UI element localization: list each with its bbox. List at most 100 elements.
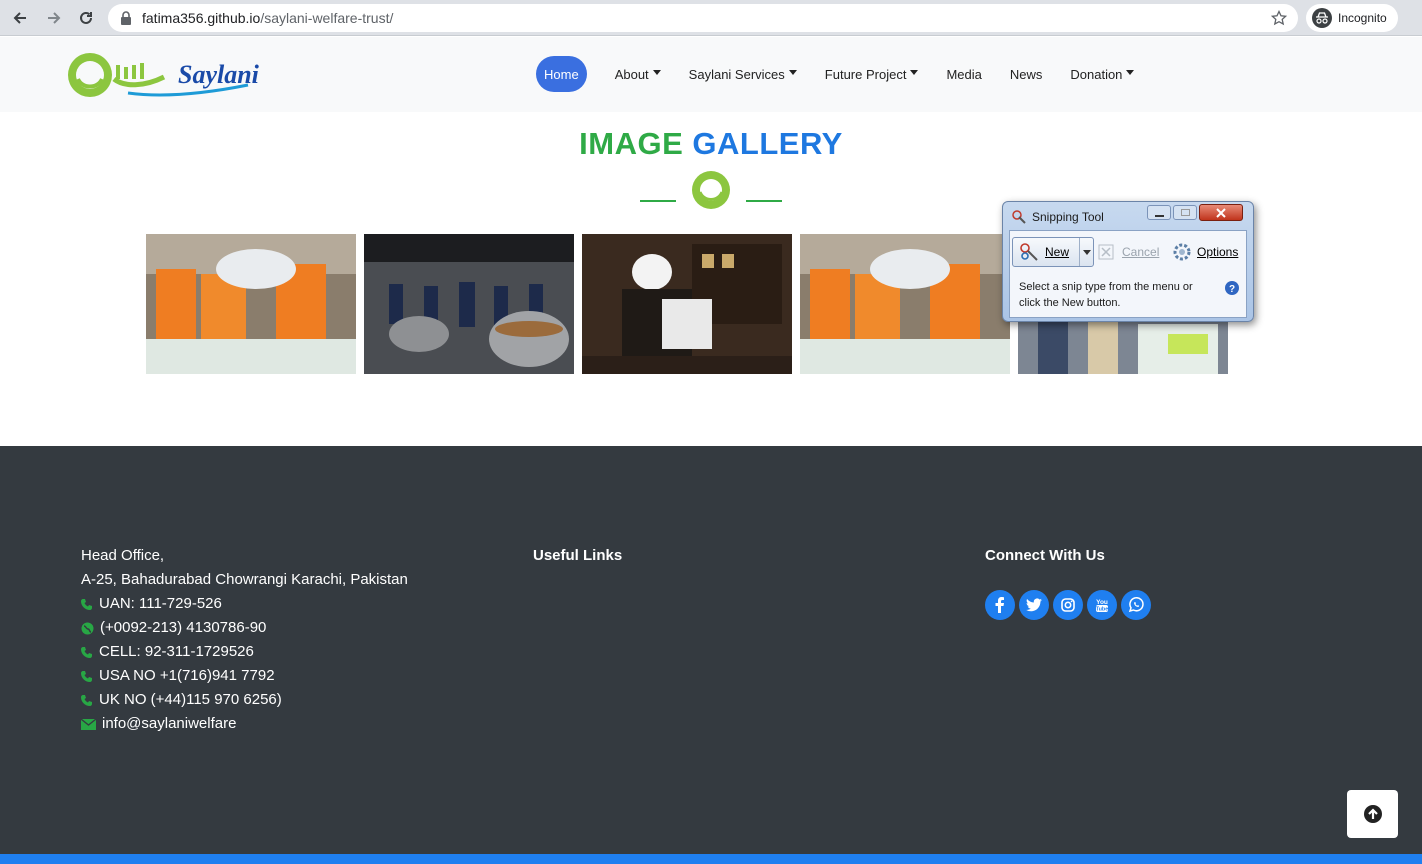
gallery-title: IMAGE GALLERY bbox=[0, 126, 1422, 162]
uk-text: UK NO (+44)115 970 6256) bbox=[99, 691, 282, 708]
nav-item-label: About bbox=[614, 66, 649, 82]
usa-text: USA NO +1(716)941 7792 bbox=[99, 667, 275, 684]
bookmark-star-icon[interactable] bbox=[1271, 10, 1287, 26]
snipping-tool-title: Snipping Tool bbox=[1032, 210, 1104, 224]
caret-down-icon bbox=[652, 69, 661, 75]
forward-button[interactable] bbox=[42, 6, 66, 30]
new-snip-button[interactable]: New bbox=[1012, 237, 1094, 267]
nav-item-saylani-services[interactable]: Saylani Services bbox=[675, 56, 811, 92]
svg-text:?: ? bbox=[1229, 284, 1235, 295]
phone-icon bbox=[81, 671, 92, 682]
saylani-logo[interactable]: Saylani bbox=[68, 49, 260, 101]
email-link[interactable]: info@saylaniwelfare bbox=[102, 712, 236, 736]
nav-item-future-project[interactable]: Future Project bbox=[811, 56, 933, 92]
facebook-icon bbox=[995, 597, 1004, 613]
nav-item-news[interactable]: News bbox=[996, 56, 1057, 92]
youtube-icon: YouTube bbox=[1096, 599, 1109, 613]
gear-icon bbox=[1173, 243, 1191, 261]
nav-item-label: Home bbox=[544, 66, 579, 82]
envelope-icon bbox=[81, 718, 96, 730]
snip-instructions: Select a snip type from the menu or clic… bbox=[1019, 281, 1193, 309]
new-snip-label: New bbox=[1045, 245, 1070, 259]
gallery-image-1[interactable] bbox=[146, 234, 356, 374]
address-line-2: A-25, Bahadurabad Chowrangi Karachi, Pak… bbox=[81, 571, 408, 588]
back-button[interactable] bbox=[8, 6, 32, 30]
instagram-icon bbox=[1061, 598, 1075, 612]
facebook-button[interactable] bbox=[985, 590, 1015, 620]
gallery-title-part1: IMAGE bbox=[579, 126, 684, 161]
help-icon[interactable]: ? bbox=[1224, 280, 1240, 296]
uan-text: UAN: 111-729-526 bbox=[99, 595, 222, 612]
phone-icon bbox=[81, 599, 92, 610]
lock-icon bbox=[121, 11, 131, 25]
phone-icon bbox=[81, 695, 92, 706]
reload-button[interactable] bbox=[74, 6, 98, 30]
title-divider bbox=[640, 170, 784, 210]
caret-down-icon bbox=[788, 69, 797, 75]
main-nav: Home About Saylani Services Future Project M… bbox=[536, 55, 1148, 93]
incognito-label: Incognito bbox=[1338, 11, 1387, 25]
scissors-icon bbox=[1020, 243, 1038, 261]
maximize-button[interactable] bbox=[1173, 205, 1197, 220]
cancel-snip-button: Cancel bbox=[1098, 237, 1159, 267]
nav-item-donation[interactable]: Donation bbox=[1056, 56, 1148, 92]
incognito-icon bbox=[1312, 8, 1332, 28]
whatsapp-button[interactable] bbox=[1121, 590, 1151, 620]
cancel-snip-label: Cancel bbox=[1122, 245, 1160, 259]
phone-line: (+0092-213) 4130786-90 bbox=[81, 616, 408, 640]
new-dropdown-caret[interactable] bbox=[1083, 250, 1091, 255]
arrow-up-circle-icon bbox=[1363, 805, 1382, 823]
whatsapp-icon bbox=[1128, 597, 1144, 613]
address-bar[interactable]: fatima356.github.io/saylani-welfare-trus… bbox=[108, 4, 1298, 32]
bottom-accent-bar bbox=[0, 854, 1422, 864]
nav-item-about[interactable]: About bbox=[601, 56, 675, 92]
browser-toolbar: fatima356.github.io/saylani-welfare-trus… bbox=[0, 0, 1422, 36]
email-line: info@saylaniwelfare bbox=[81, 712, 408, 736]
caret-down-icon bbox=[910, 69, 919, 75]
minimize-button[interactable] bbox=[1147, 205, 1171, 220]
footer-useful-links: Useful Links bbox=[533, 544, 622, 568]
nav-item-label: Saylani Services bbox=[688, 66, 785, 82]
incognito-badge[interactable]: Incognito bbox=[1306, 4, 1398, 32]
address-line-1: Head Office, bbox=[81, 547, 165, 564]
twitter-button[interactable] bbox=[1019, 590, 1049, 620]
close-icon bbox=[1216, 207, 1226, 218]
cell-text: CELL: 92-311-1729526 bbox=[99, 643, 254, 660]
gallery-image-2[interactable] bbox=[364, 234, 574, 374]
scroll-to-top-button[interactable] bbox=[1347, 790, 1398, 838]
caret-down-icon bbox=[1126, 69, 1135, 75]
gallery-image-4[interactable] bbox=[800, 234, 1010, 374]
svg-text:You: You bbox=[1096, 599, 1108, 606]
instagram-button[interactable] bbox=[1053, 590, 1083, 620]
connect-heading: Connect With Us bbox=[985, 547, 1105, 564]
svg-text:Tube: Tube bbox=[1096, 607, 1109, 613]
uk-line: UK NO (+44)115 970 6256) bbox=[81, 688, 408, 712]
site-footer: Head Office, A-25, Bahadurabad Chowrangi… bbox=[0, 446, 1422, 864]
url-text: fatima356.github.io/saylani-welfare-trus… bbox=[142, 10, 393, 26]
options-button[interactable]: Options bbox=[1172, 237, 1238, 267]
forward-arrow-icon bbox=[48, 12, 61, 24]
close-button[interactable] bbox=[1199, 204, 1243, 221]
globe-icon bbox=[81, 622, 94, 634]
snipping-tool-icon bbox=[1012, 210, 1026, 224]
nav-item-media[interactable]: Media bbox=[932, 56, 995, 92]
options-label: Options bbox=[1197, 245, 1239, 259]
nav-item-label: Media bbox=[946, 66, 982, 82]
twitter-icon bbox=[1026, 598, 1042, 612]
social-icons: You Tube bbox=[985, 590, 1151, 620]
nav-item-label: Future Project bbox=[824, 66, 907, 82]
phone-icon bbox=[81, 647, 92, 658]
gallery-image-3[interactable] bbox=[582, 234, 792, 374]
reload-icon bbox=[80, 11, 92, 24]
phone-text: (+0092-213) 4130786-90 bbox=[100, 619, 267, 636]
snipping-tool-window[interactable]: Snipping Tool New Cancel Options Select … bbox=[1002, 201, 1254, 322]
back-arrow-icon bbox=[13, 12, 26, 24]
useful-links-heading: Useful Links bbox=[533, 547, 623, 564]
snipping-tool-body: New Cancel Options Select a snip type fr… bbox=[1009, 230, 1247, 318]
nav-item-label: News bbox=[1009, 66, 1043, 82]
usa-line: USA NO +1(716)941 7792 bbox=[81, 664, 408, 688]
nav-item-label: Donation bbox=[1070, 66, 1123, 82]
uan-line: UAN: 111-729-526 bbox=[81, 592, 408, 616]
nav-item-home[interactable]: Home bbox=[536, 56, 587, 92]
youtube-button[interactable]: You Tube bbox=[1087, 590, 1117, 620]
